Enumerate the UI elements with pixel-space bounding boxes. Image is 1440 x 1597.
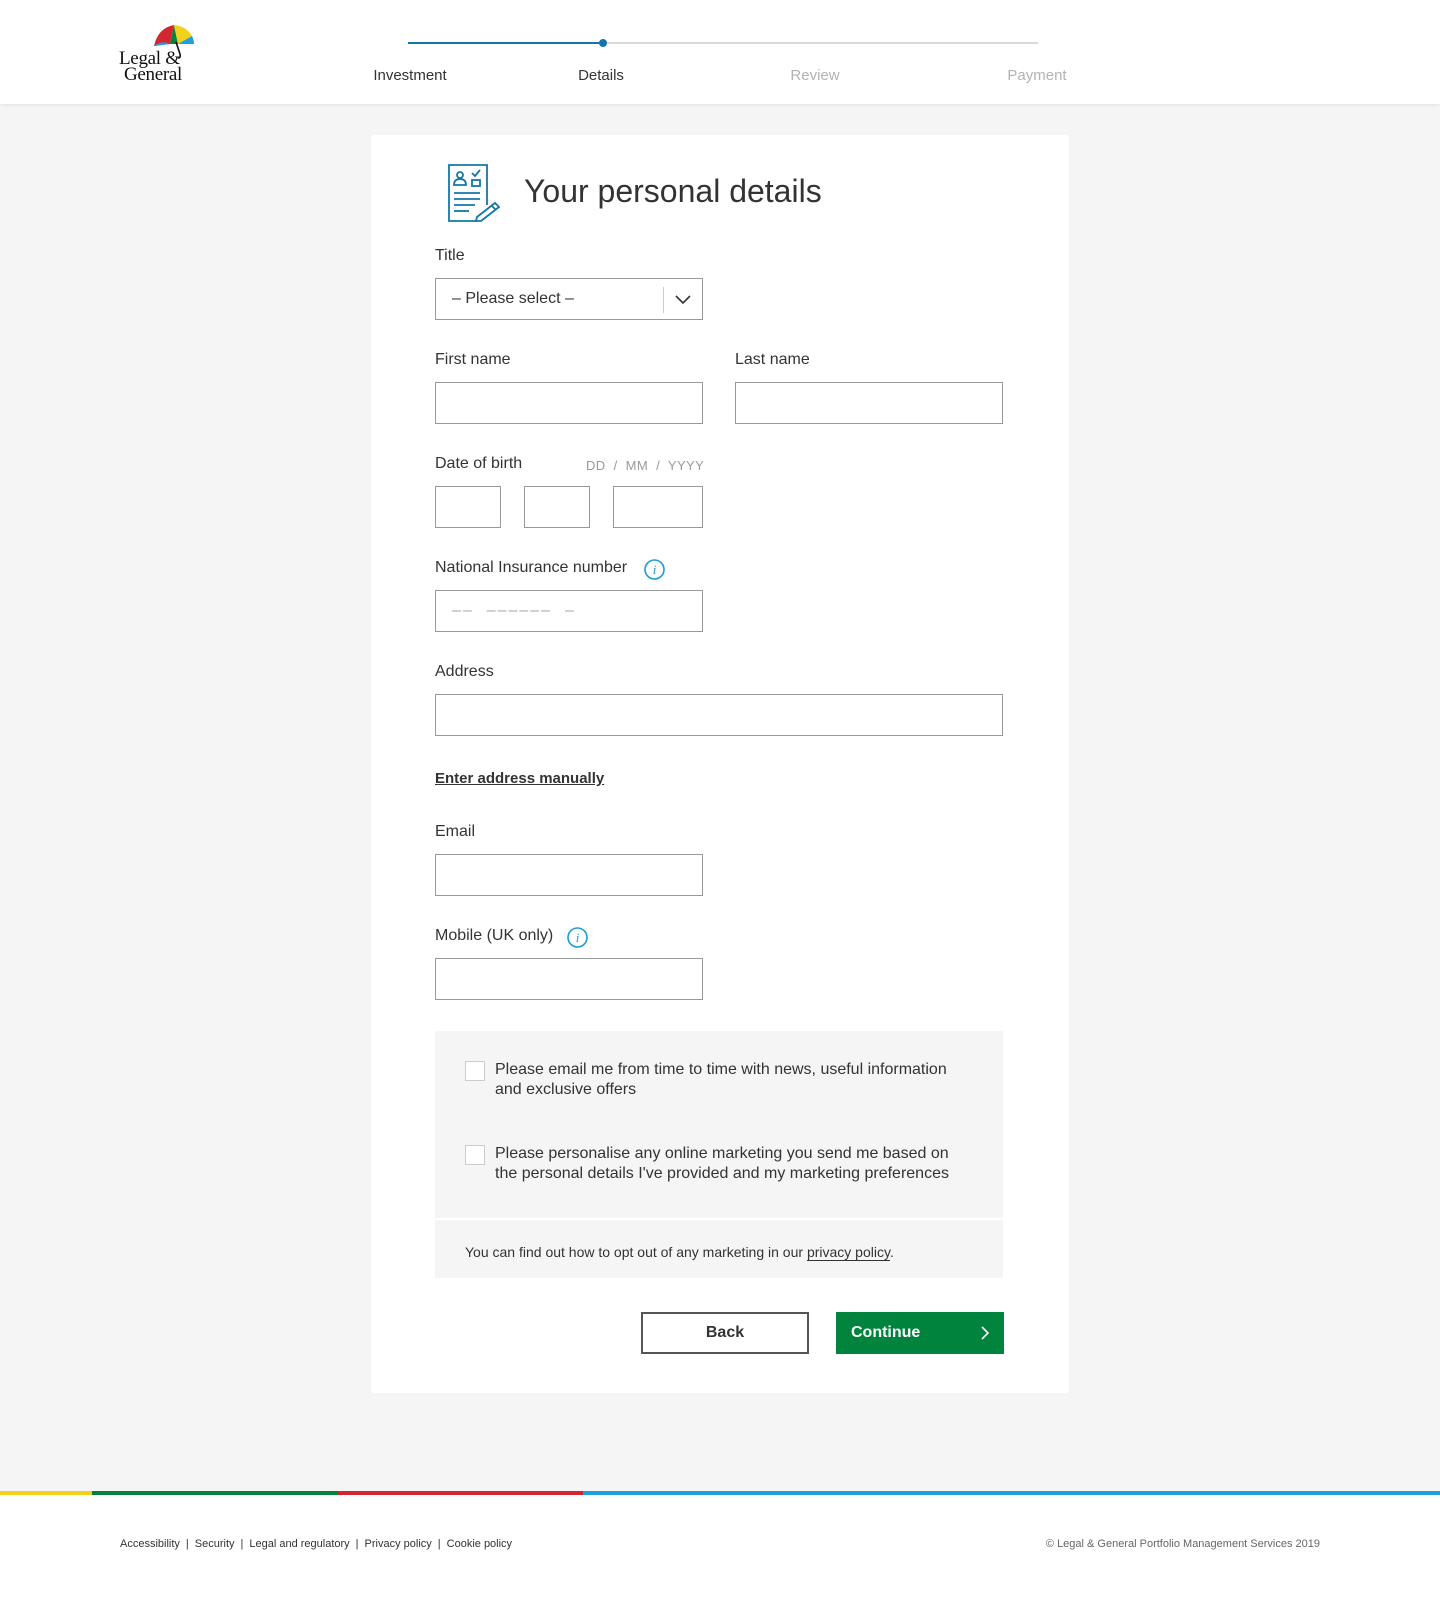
email-input[interactable] bbox=[435, 854, 703, 896]
footer-link-security[interactable]: Security bbox=[195, 1538, 235, 1550]
ni-input[interactable] bbox=[435, 590, 703, 632]
optout-note: You can find out how to opt out of any m… bbox=[465, 1244, 894, 1261]
personal-details-card: Your personal details Title – Please sel… bbox=[371, 135, 1069, 1393]
back-button[interactable]: Back bbox=[641, 1312, 809, 1354]
site-header: Legal & General Investment Details Revie… bbox=[0, 0, 1440, 104]
svg-text:i: i bbox=[653, 562, 657, 577]
address-input[interactable] bbox=[435, 694, 1003, 736]
ni-info-icon[interactable]: i bbox=[644, 559, 665, 580]
footer-separator: | bbox=[437, 1538, 441, 1550]
continue-label: Continue bbox=[851, 1324, 921, 1341]
enter-address-manually-link[interactable]: Enter address manually bbox=[435, 770, 604, 787]
first-name-input[interactable] bbox=[435, 382, 703, 424]
footer-separator: | bbox=[185, 1538, 189, 1550]
title-select-value: – Please select – bbox=[452, 290, 574, 307]
footer-separator: | bbox=[240, 1538, 244, 1550]
last-name-label: Last name bbox=[735, 351, 810, 368]
email-consent-text: Please email me from time to time with n… bbox=[495, 1061, 947, 1098]
marketing-consent-panel: Please email me from time to time with n… bbox=[435, 1031, 1003, 1278]
privacy-policy-link[interactable]: privacy policy bbox=[806, 1244, 890, 1261]
personalise-consent-text: Please personalise any online marketing … bbox=[495, 1145, 949, 1182]
chevron-down-icon bbox=[675, 295, 691, 305]
ni-label: National Insurance number bbox=[435, 559, 628, 576]
continue-button[interactable]: Continue bbox=[836, 1312, 1004, 1354]
dob-year-input[interactable] bbox=[613, 486, 703, 528]
form-document-icon bbox=[448, 164, 501, 222]
title-select[interactable]: – Please select – bbox=[435, 278, 703, 320]
address-label: Address bbox=[435, 663, 494, 680]
logo-line-2: General bbox=[124, 64, 183, 85]
footer-link-legal[interactable]: Legal and regulatory bbox=[249, 1538, 349, 1550]
dob-day-input[interactable] bbox=[435, 486, 501, 528]
legal-general-logo[interactable]: Legal & General bbox=[116, 20, 198, 84]
last-name-input[interactable] bbox=[735, 382, 1003, 424]
select-divider bbox=[663, 287, 664, 313]
step-investment[interactable]: Investment bbox=[330, 67, 490, 84]
footer-links: Accessibility | Security | Legal and regulat… bbox=[120, 1538, 512, 1550]
progress-current-dot bbox=[599, 39, 607, 47]
copyright-text: © Legal & General Portfolio Management S… bbox=[1045, 1538, 1320, 1550]
email-consent-checkbox[interactable] bbox=[465, 1061, 485, 1081]
first-name-label: First name bbox=[435, 351, 511, 368]
title-label: Title bbox=[435, 247, 465, 264]
site-footer: Accessibility | Security | Legal and regulat… bbox=[0, 1495, 1440, 1597]
step-details: Details bbox=[578, 67, 624, 84]
mobile-label: Mobile (UK only) bbox=[435, 927, 554, 944]
email-label: Email bbox=[435, 823, 476, 840]
progress-fill bbox=[408, 42, 603, 44]
footer-link-accessibility[interactable]: Accessibility bbox=[120, 1538, 180, 1550]
chevron-right-icon bbox=[981, 1326, 990, 1340]
consent-divider bbox=[435, 1218, 1003, 1220]
mobile-info-icon[interactable]: i bbox=[567, 927, 588, 948]
dob-month-input[interactable] bbox=[524, 486, 590, 528]
page-title: Your personal details bbox=[524, 173, 822, 209]
footer-separator: | bbox=[355, 1538, 359, 1550]
optout-suffix: . bbox=[889, 1244, 894, 1260]
dob-label: Date of birth bbox=[435, 455, 523, 472]
svg-text:i: i bbox=[576, 930, 580, 945]
optout-prefix: You can find out how to opt out of any m… bbox=[465, 1244, 807, 1260]
personalise-consent-checkbox[interactable] bbox=[465, 1145, 485, 1165]
mobile-input[interactable] bbox=[435, 958, 703, 1000]
dob-format-hint: DD / MM / YYYY bbox=[586, 458, 705, 473]
footer-link-privacy[interactable]: Privacy policy bbox=[365, 1538, 432, 1550]
step-payment: Payment bbox=[1007, 67, 1067, 84]
progress-bar bbox=[408, 39, 1038, 47]
footer-link-cookie[interactable]: Cookie policy bbox=[447, 1538, 512, 1550]
step-review: Review bbox=[790, 67, 840, 84]
